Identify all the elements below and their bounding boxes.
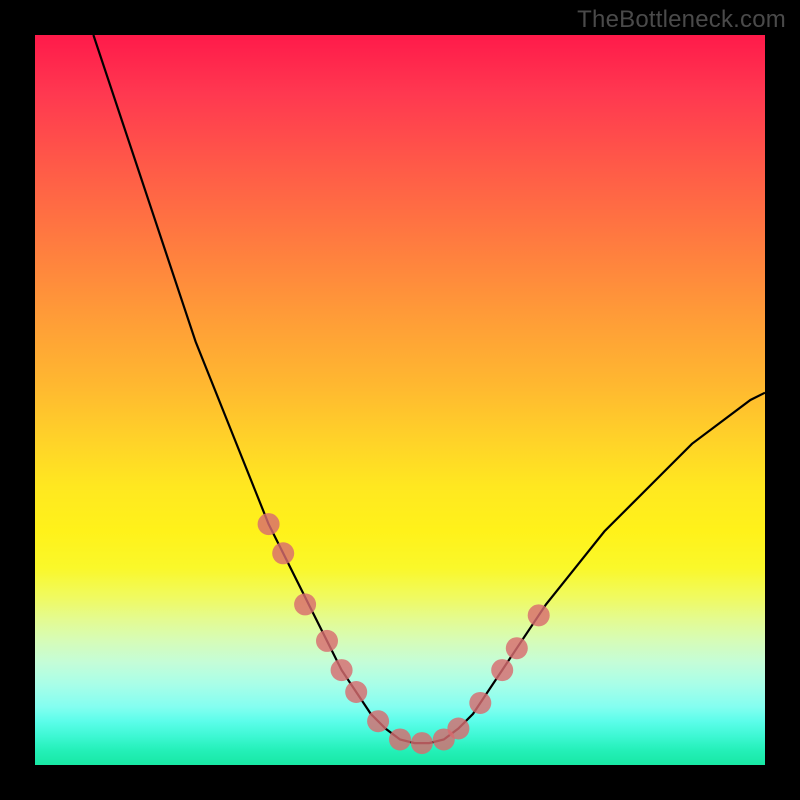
marker-dot (411, 732, 433, 754)
marker-dot (331, 659, 353, 681)
marker-dot (294, 593, 316, 615)
marker-dot (367, 710, 389, 732)
marker-dot (447, 718, 469, 740)
marker-dot (389, 728, 411, 750)
marker-dot (506, 637, 528, 659)
watermark-text: TheBottleneck.com (577, 6, 786, 34)
chart-svg (35, 35, 765, 765)
bottleneck-curve (93, 35, 765, 743)
marker-dot (272, 542, 294, 564)
marker-dot (491, 659, 513, 681)
marker-dot (469, 692, 491, 714)
marker-dot (345, 681, 367, 703)
chart-plot-area (35, 35, 765, 765)
marker-dot (258, 513, 280, 535)
marker-dot (316, 630, 338, 652)
marker-dot (528, 604, 550, 626)
